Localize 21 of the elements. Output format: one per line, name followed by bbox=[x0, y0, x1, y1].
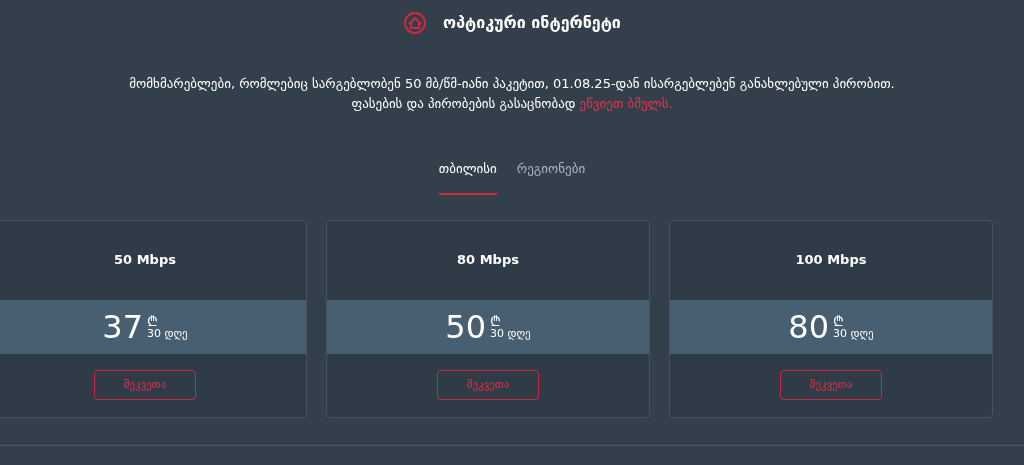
order-button[interactable]: შეკვეთა bbox=[437, 370, 539, 400]
region-tab[interactable]: თბილისი bbox=[438, 159, 497, 195]
currency-sign: ₾ bbox=[147, 314, 158, 328]
page-title: ოპტიკური ინტერნეტი bbox=[443, 12, 621, 34]
plan-price: 80 bbox=[788, 310, 829, 343]
currency-sign: ₾ bbox=[490, 314, 501, 328]
plan-speed: 100 Mbps bbox=[795, 251, 867, 270]
order-button[interactable]: შეკვეთა bbox=[780, 370, 882, 400]
region-tab[interactable]: რეგიონები bbox=[516, 159, 586, 195]
plan-period: 30 დღე bbox=[833, 328, 874, 339]
plan-price: 37 bbox=[102, 310, 143, 343]
currency-sign: ₾ bbox=[833, 314, 844, 328]
order-button[interactable]: შეკვეთა bbox=[94, 370, 196, 400]
plan-period: 30 დღე bbox=[490, 328, 531, 339]
plan-period: 30 დღე bbox=[147, 328, 188, 339]
home-icon bbox=[403, 11, 428, 35]
plan-price: 50 bbox=[445, 310, 486, 343]
plan-speed: 80 Mbps bbox=[457, 251, 519, 270]
notice-text: მომხმარებლები, რომლებიც სარგებლობენ 50 მბ/წმ-იანი პაკეტით, 01.08.25-დან ისარგებლებენ განახლებული პირობით. ფასების და პირობების გასაცნობად ეწვიეთ ბმულს. bbox=[128, 75, 896, 113]
notice-link[interactable]: ეწვიეთ ბმულს. bbox=[579, 96, 673, 111]
plan-speed: 50 Mbps bbox=[114, 251, 176, 270]
